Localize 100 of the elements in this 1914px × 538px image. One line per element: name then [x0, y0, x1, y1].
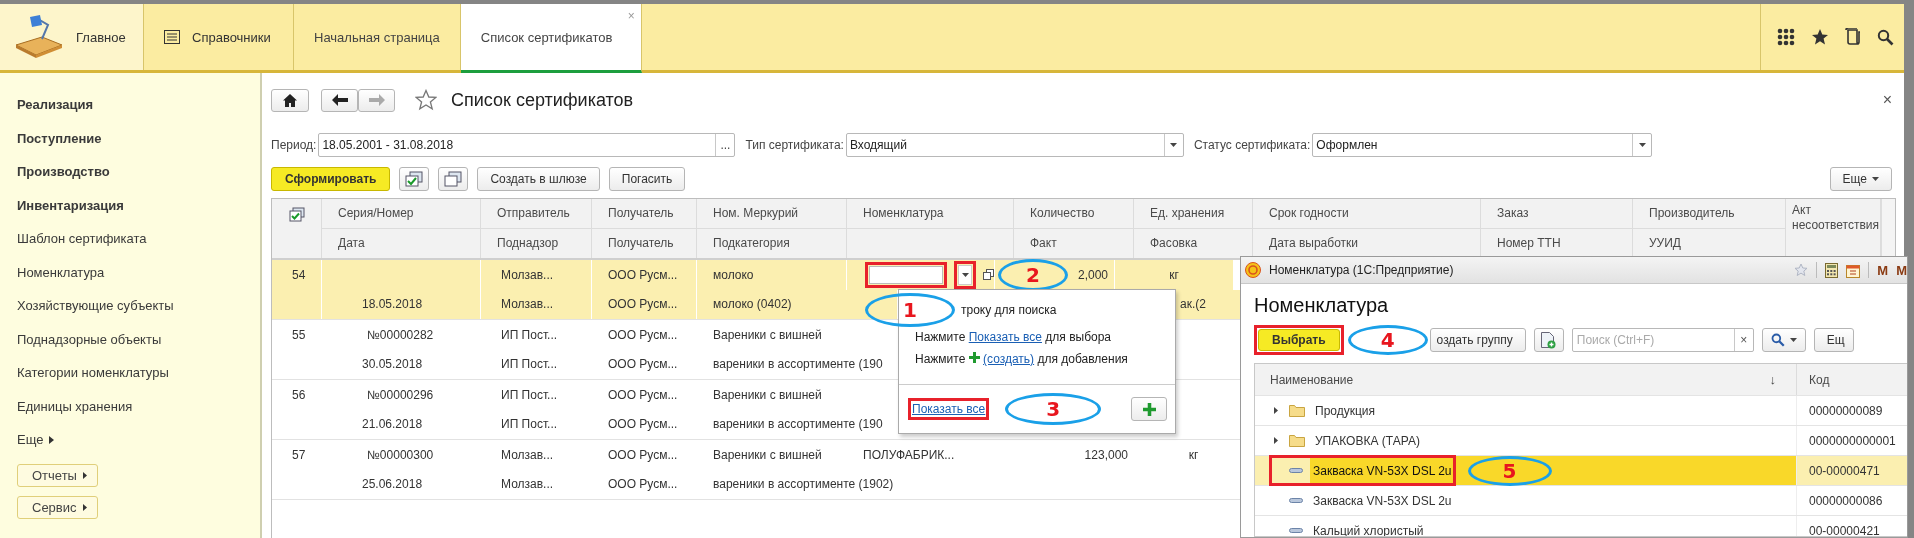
- icon-button[interactable]: [438, 167, 469, 191]
- show-all-link[interactable]: Показать все: [912, 402, 986, 416]
- table-cell-text: №00000282: [366, 326, 435, 344]
- table-cell: молоко (0402): [697, 289, 898, 319]
- table-cell-text: кг: [1187, 446, 1200, 464]
- callout-number: 4: [1347, 325, 1428, 355]
- table-cell-text: ООО Русм...: [607, 446, 679, 464]
- column-header[interactable]: Производитель: [1633, 199, 1786, 229]
- filter-label: Статус сертификата:: [1193, 138, 1311, 152]
- column-header[interactable]: Номенклатура: [847, 199, 1014, 229]
- sidebar-item[interactable]: Производство: [17, 162, 260, 196]
- create-group-button[interactable]: оздать группу: [1429, 328, 1526, 352]
- column-header[interactable]: Ед. хранения: [1134, 199, 1253, 229]
- search-field[interactable]: Поиск (Ctrl+F) ×: [1571, 328, 1754, 352]
- more-button[interactable]: Еще: [1829, 167, 1892, 191]
- plus-icon: [968, 352, 980, 363]
- filter-field[interactable]: 18.05.2001 - 31.08.2018 ...: [318, 133, 736, 157]
- calculator-icon[interactable]: [1825, 262, 1839, 278]
- selected-row[interactable]: Закваска VN-53X DSL 2u 5 00-00000471: [1255, 456, 1907, 486]
- sidebar-item[interactable]: Инвентаризация: [17, 195, 260, 229]
- memory-button[interactable]: M: [1896, 262, 1907, 278]
- item-name: Продукция: [1315, 402, 1376, 420]
- table-cell[interactable]: [847, 260, 995, 290]
- sidebar-item[interactable]: Реализация: [17, 95, 260, 129]
- column-header[interactable]: Подкатегория: [697, 228, 847, 258]
- column-header[interactable]: Получатель: [592, 199, 697, 229]
- column-header[interactable]: Код: [1797, 364, 1907, 395]
- table-cell-text: Вареники с вишней: [712, 326, 823, 344]
- filter-field[interactable]: Входящий: [845, 133, 1184, 157]
- column-header[interactable]: Факт: [1014, 228, 1134, 258]
- sidebar-item[interactable]: Категории номенклатуры: [17, 363, 260, 397]
- caret-icon: [82, 471, 87, 479]
- calendar-icon[interactable]: [1846, 262, 1861, 278]
- filter-field[interactable]: Оформлен: [1312, 133, 1653, 157]
- column-header[interactable]: Заказ: [1481, 199, 1633, 229]
- column-header[interactable]: Получатель: [592, 228, 697, 258]
- home-button[interactable]: [271, 88, 309, 112]
- star-icon[interactable]: [415, 89, 437, 111]
- sidebar-item[interactable]: Единицы хранения: [17, 396, 260, 430]
- callout-number: 5: [1467, 455, 1552, 486]
- back-button[interactable]: [321, 88, 358, 112]
- search-icon[interactable]: [1877, 28, 1894, 46]
- more-menu[interactable]: Еще: [17, 430, 260, 464]
- table-cell-text: 123,000: [1083, 446, 1129, 464]
- more-button[interactable]: Ещ: [1813, 328, 1854, 352]
- show-all-link[interactable]: Показать все: [968, 330, 1042, 344]
- column-header[interactable]: Срок годности: [1253, 199, 1481, 229]
- table-cell-text: Молзав...: [500, 476, 555, 494]
- expand-caret-icon[interactable]: [1274, 407, 1278, 414]
- toolbar-button[interactable]: Погасить: [608, 167, 686, 191]
- sidebar-item[interactable]: Шаблон сертификата: [17, 229, 260, 263]
- column-header[interactable]: Фасовка: [1134, 228, 1253, 258]
- table-cell-text: ПОЛУФАБРИК...: [862, 446, 956, 464]
- column-header[interactable]: Отправитель: [481, 199, 592, 229]
- close-button[interactable]: ×: [1882, 91, 1892, 109]
- column-header[interactable]: Дата: [322, 228, 481, 258]
- column-header[interactable]: Поднадзор: [481, 228, 592, 258]
- section-tab[interactable]: Главное: [0, 4, 144, 70]
- item-code: 00000000089: [1808, 402, 1884, 420]
- item-name: Закваска VN-53X DSL 2u: [1313, 462, 1452, 480]
- sidebar-item[interactable]: Поступление: [17, 128, 260, 162]
- choice-button[interactable]: ...: [715, 134, 735, 156]
- tab[interactable]: Начальная страница: [294, 4, 461, 70]
- caret-icon: [1170, 143, 1178, 147]
- star-icon[interactable]: [1794, 263, 1809, 277]
- hint-text: троку для поиска: [961, 303, 1057, 317]
- table-cell-text: ИП Пост...: [500, 356, 559, 374]
- caret-icon: [49, 436, 55, 444]
- icon-button[interactable]: [399, 167, 430, 191]
- star-icon[interactable]: [1811, 28, 1829, 46]
- checklist-icon: [289, 207, 305, 222]
- section-tab[interactable]: Справочники: [144, 4, 294, 70]
- sidebar-item[interactable]: Номенклатура: [17, 262, 260, 296]
- column-header[interactable]: Ном. Меркурий: [697, 199, 847, 229]
- generate-button[interactable]: Сформировать: [271, 167, 391, 191]
- cell-text: 2,000: [1077, 267, 1108, 282]
- icon-button[interactable]: [1533, 328, 1564, 352]
- clear-button[interactable]: ×: [1733, 329, 1753, 351]
- grid-icon[interactable]: [1777, 28, 1795, 46]
- table-cell-text: ООО Русм...: [607, 476, 679, 494]
- table-cell: кг: [1115, 260, 1234, 290]
- caret-icon: [961, 272, 969, 277]
- open-window-icon[interactable]: [983, 269, 994, 281]
- tab[interactable]: Список сертификатов ×: [460, 4, 642, 73]
- sidebar-item[interactable]: Хозяйствующие субъекты: [17, 296, 260, 330]
- toolbar-button[interactable]: Создать в шлюзе: [477, 167, 600, 191]
- sidebar-button[interactable]: Сервис: [17, 495, 98, 519]
- column-header[interactable]: Наименование: [1255, 364, 1770, 395]
- select-button[interactable]: Выбрать: [1258, 329, 1340, 351]
- column-header[interactable]: Акт несоответствия: [1786, 199, 1881, 258]
- expand-caret-icon[interactable]: [1274, 437, 1278, 444]
- create-link[interactable]: (создать): [983, 352, 1035, 366]
- scroll-icon[interactable]: [1845, 28, 1861, 46]
- add-button[interactable]: [1131, 397, 1167, 421]
- search-button[interactable]: [1761, 328, 1806, 352]
- sidebar-item[interactable]: Поднадзорные объекты: [17, 329, 260, 363]
- column-header[interactable]: Количество: [1014, 199, 1134, 229]
- memory-button[interactable]: M: [1877, 262, 1889, 278]
- sidebar-button[interactable]: Отчеты: [17, 463, 98, 487]
- column-header[interactable]: Серия/Номер: [322, 199, 481, 229]
